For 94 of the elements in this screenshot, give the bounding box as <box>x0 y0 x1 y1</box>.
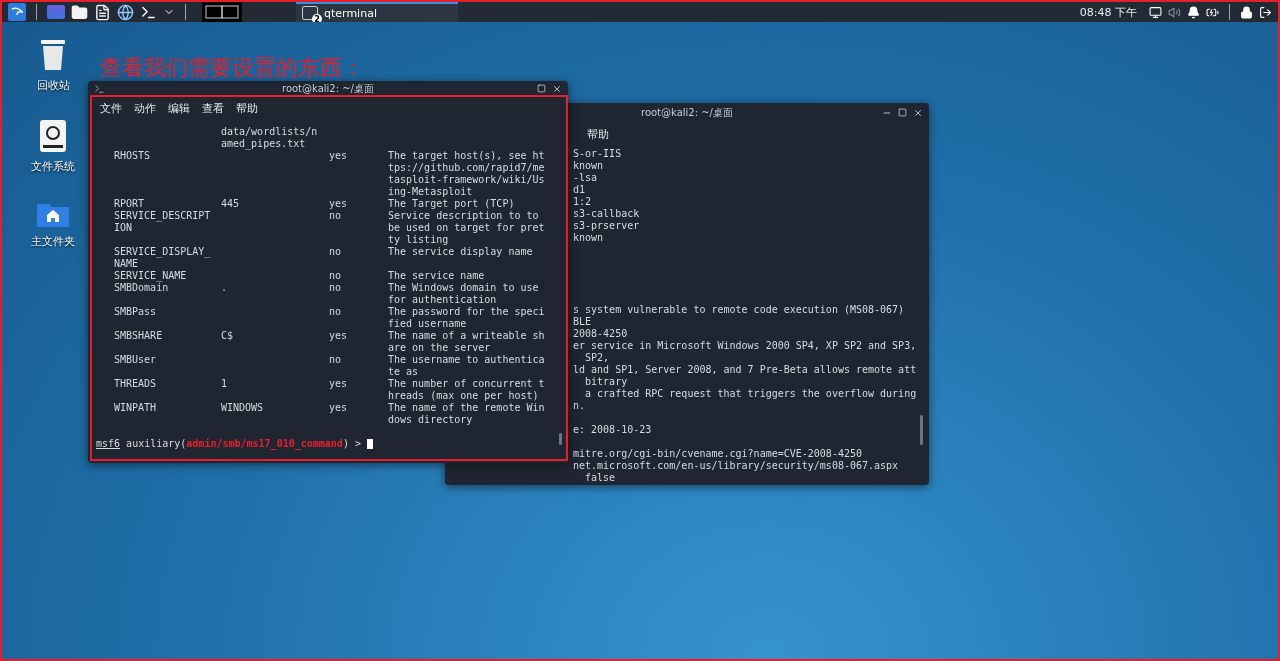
clock: 08:48 下午 <box>1079 4 1137 20</box>
terminal-line: s3-prserver <box>573 220 641 232</box>
terminal-line: s3-callback <box>573 208 641 220</box>
close-icon[interactable] <box>913 108 923 118</box>
terminal-icon <box>94 83 105 95</box>
option-name: THREADS <box>114 378 158 391</box>
terminal-line: -lsa <box>573 172 599 184</box>
option-required: no <box>329 270 343 282</box>
terminal-line: ld and SP1, Server 2008, and 7 Pre-Beta allows remote att <box>573 364 918 376</box>
option-name: RPORT <box>114 198 146 210</box>
globe-icon[interactable] <box>117 3 134 21</box>
option-name: RHOSTS <box>114 150 152 163</box>
option-required: no <box>329 306 343 319</box>
option-description: The service display name <box>388 246 534 259</box>
command-prompt[interactable]: msf6 auxiliary(admin/smb/ms17_010_command) > <box>96 438 361 450</box>
terminal-line: known <box>573 232 605 244</box>
option-setting: C$ <box>221 330 235 343</box>
option-required: no <box>329 210 343 223</box>
option-required: no <box>329 282 343 295</box>
terminal-line: bitrary <box>584 376 629 388</box>
lock-icon[interactable] <box>1240 5 1253 19</box>
option-setting: 445 <box>221 198 241 210</box>
annotation-text: 查看我们需要设置的东西： <box>100 55 364 81</box>
menu-item[interactable]: 帮助 <box>587 127 609 142</box>
desktop-icon-label[interactable]: 回收站 <box>36 78 70 93</box>
monitor-icon[interactable] <box>1149 5 1162 19</box>
option-name: SERVICE_DISPLAY_ NAME <box>114 246 212 270</box>
option-setting: . <box>221 282 229 295</box>
folder-icon[interactable] <box>71 3 88 21</box>
option-name: SMBUser <box>114 354 158 367</box>
drive-icon <box>39 119 67 153</box>
option-setting: WINDOWS <box>221 402 265 415</box>
option-description: The target host(s), see ht tps://github.com/rapid7/me tasploit-framework/wiki/Us ing-Metasploit <box>388 150 546 198</box>
option-required: yes <box>329 402 349 415</box>
option-name: SMBSHARE <box>114 330 164 343</box>
terminal-line: S-or-IIS <box>573 148 623 160</box>
desktop-icon-label[interactable]: 主文件夹 <box>31 234 75 249</box>
terminal-line: mitre.org/cgi-bin/cvename.cgi?name=CVE-2008-4250 <box>573 448 863 460</box>
terminal-line: e: 2008-10-23 <box>573 424 653 436</box>
option-setting: data/wordlists/n amed_pipes.txt <box>221 126 319 150</box>
terminal-line: SP2, <box>584 352 611 364</box>
close-icon[interactable] <box>552 84 562 94</box>
option-description: The password for the speci fied username <box>388 306 546 330</box>
menu-item[interactable]: 查看 <box>202 101 224 116</box>
option-name: SMBDomain <box>114 282 170 295</box>
window-title: root@kali2: ~/桌面 <box>282 83 374 95</box>
option-required: yes <box>329 330 349 343</box>
terminal-line: BLE <box>573 316 593 328</box>
option-description: The Windows domain to use for authentication <box>388 282 540 306</box>
desktop-icon-label[interactable]: 文件系统 <box>31 159 75 174</box>
option-name: SERVICE_DESCRIPT ION <box>114 210 212 235</box>
terminal-line: d1 <box>573 184 587 196</box>
maximize-icon[interactable] <box>537 84 546 93</box>
volume-icon[interactable] <box>1168 5 1181 19</box>
option-required: no <box>329 354 343 367</box>
option-description: The username to authentica te as <box>388 354 546 378</box>
terminal-line: net.microsoft.com/en-us/library/security/ms08-067.aspx <box>573 460 900 472</box>
option-description: The service name <box>388 270 486 282</box>
terminal-line: n. <box>573 400 587 412</box>
terminal-line: s system vulnerable to remote code execution (MS08-067) <box>573 304 906 316</box>
terminal-line: false <box>584 472 617 484</box>
trash-icon <box>39 38 67 72</box>
menu-item[interactable]: 文件 <box>100 101 122 116</box>
bell-icon[interactable] <box>1187 5 1200 19</box>
terminal-line: 1:2 <box>573 196 593 208</box>
terminal-line: a crafted RPC request that triggers the overflow during <box>584 388 918 400</box>
option-description: The name of a writeable sh are on the server <box>388 330 546 354</box>
option-description: The number of concurrent t hreads (max one per host) <box>388 378 546 402</box>
maximize-icon[interactable] <box>898 108 907 117</box>
window-title: root@kali2: ~/桌面 <box>641 107 733 119</box>
menu-item[interactable]: 动作 <box>134 101 156 116</box>
menu-item[interactable]: 编辑 <box>168 101 190 116</box>
scrollbar[interactable] <box>920 415 923 445</box>
file-icon[interactable] <box>94 3 111 21</box>
option-name: WINPATH <box>114 402 158 415</box>
option-required: yes <box>329 150 349 163</box>
option-required: yes <box>329 378 349 391</box>
scrollbar[interactable] <box>559 433 562 445</box>
menu-item[interactable]: 帮助 <box>236 101 258 116</box>
text-cursor <box>366 439 373 449</box>
logout-icon[interactable] <box>1259 5 1272 19</box>
task-button[interactable]: 2 qterminal <box>296 2 458 22</box>
terminal-line: 2008-4250 <box>573 328 629 340</box>
option-description: Service description to to be used on target for pret ty listing <box>388 210 546 246</box>
workspace-switcher[interactable] <box>202 2 242 22</box>
terminal-line: er service in Microsoft Windows 2000 SP4, XP SP2 and SP3, <box>573 340 918 352</box>
option-description: The name of the remote Win dows directory <box>388 402 546 426</box>
option-description: The Target port (TCP) <box>388 198 516 210</box>
option-required: yes <box>329 198 349 210</box>
option-setting: 1 <box>221 378 229 391</box>
option-name: SERVICE_NAME <box>114 270 188 282</box>
option-name: SMBPass <box>114 306 158 319</box>
option-required: no <box>329 246 343 259</box>
terminal-line: known <box>573 160 605 172</box>
